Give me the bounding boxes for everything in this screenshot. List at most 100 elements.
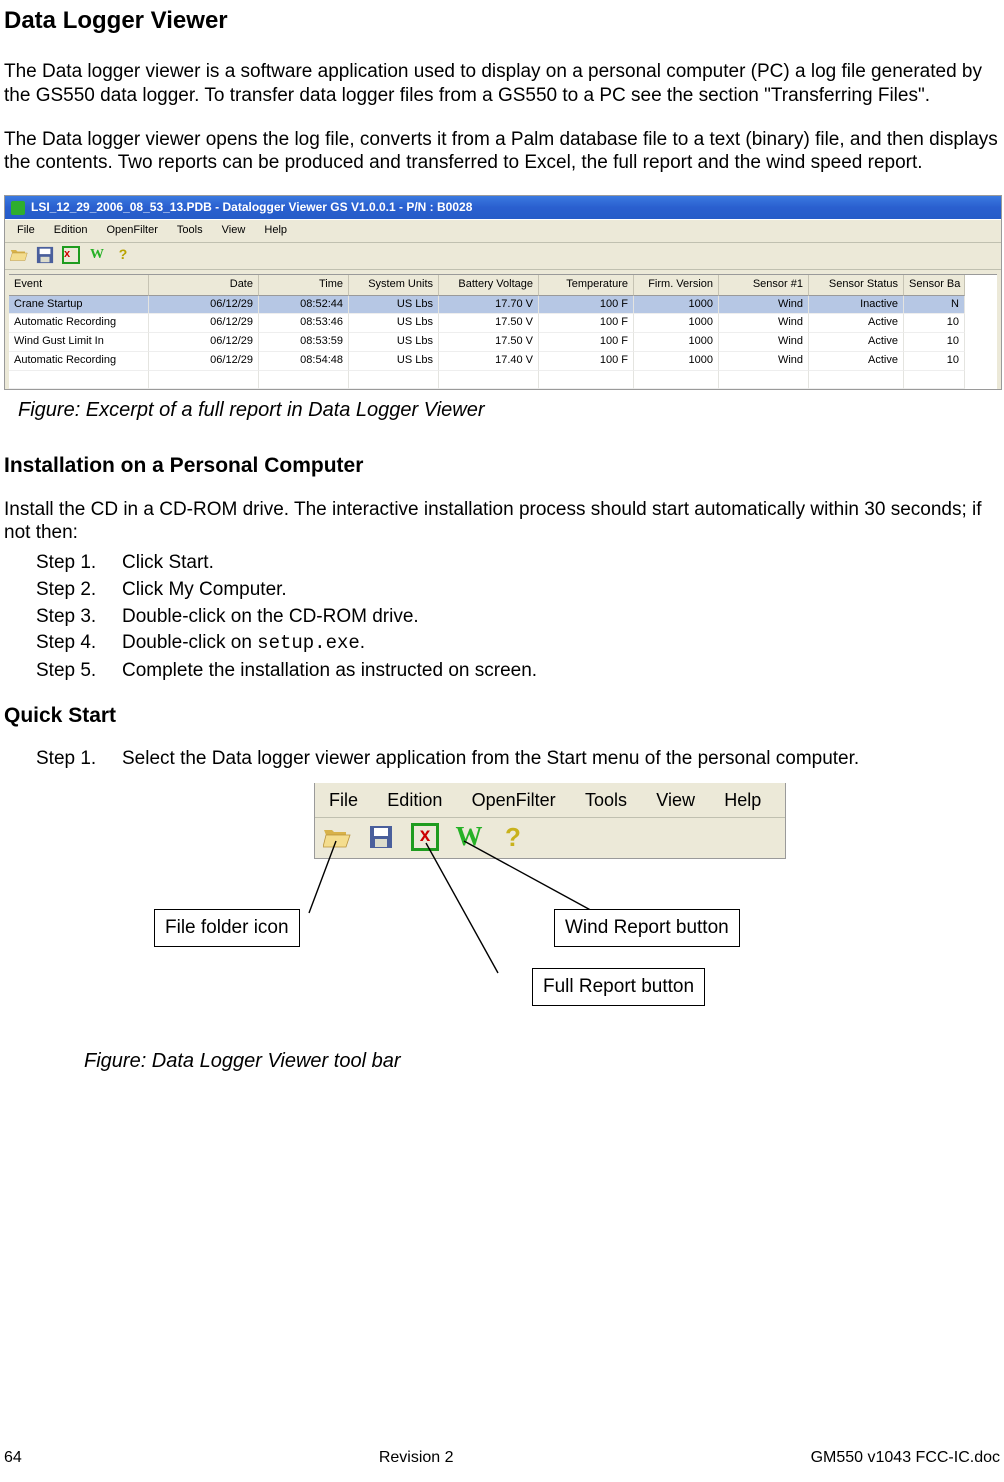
table-cell [634,371,719,390]
table-cell[interactable]: 08:54:48 [259,352,349,371]
wind-report-icon-big[interactable]: W [453,822,485,852]
table-cell[interactable]: US Lbs [349,352,439,371]
column-header[interactable]: Sensor Ba [904,275,965,296]
column-header[interactable]: Sensor #1 [719,275,809,296]
table-cell[interactable]: 10 [904,314,965,333]
callout-full-report: Full Report button [532,968,705,1006]
step-text: Double-click on the CD-ROM drive. [122,605,1000,629]
column-header[interactable]: Time [259,275,349,296]
table-cell[interactable]: 17.50 V [439,314,539,333]
intro-para-2: The Data logger viewer opens the log fil… [4,128,1000,176]
table-cell[interactable]: 06/12/29 [149,296,259,315]
menu-view-big[interactable]: View [644,785,707,816]
table-cell [439,371,539,390]
quickstart-step-1: Step 1. Select the Data logger viewer ap… [36,747,1000,771]
data-grid[interactable]: EventDateTimeSystem UnitsBattery Voltage… [9,274,997,390]
table-cell[interactable]: 08:53:46 [259,314,349,333]
open-icon-big[interactable] [321,822,353,852]
table-cell[interactable]: 100 F [539,333,634,352]
table-cell[interactable]: 1000 [634,296,719,315]
toolbar-big: x W ? [315,818,785,858]
table-cell[interactable]: 06/12/29 [149,314,259,333]
install-step: Step 5.Complete the installation as inst… [36,659,1000,683]
menu-edition[interactable]: Edition [46,222,96,240]
wind-report-icon[interactable]: W [87,245,107,265]
column-header[interactable]: Event [9,275,149,296]
table-cell[interactable]: Inactive [809,296,904,315]
menu-tools-big[interactable]: Tools [573,785,639,816]
table-cell[interactable]: Crane Startup [9,296,149,315]
table-cell[interactable]: 17.50 V [439,333,539,352]
table-cell[interactable]: 1000 [634,314,719,333]
install-step: Step 1.Click Start. [36,551,1000,575]
install-steps: Step 1.Click Start. Step 2.Click My Compu… [36,551,1000,683]
table-cell[interactable]: N [904,296,965,315]
table-cell[interactable]: 100 F [539,314,634,333]
help-icon-big[interactable]: ? [497,822,529,852]
section-install: Installation on a Personal Computer [4,453,1000,479]
app-window: LSI_12_29_2006_08_53_13.PDB - Datalogger… [4,195,1002,390]
help-icon[interactable]: ? [113,245,133,265]
table-cell[interactable]: 08:53:59 [259,333,349,352]
menu-file-big[interactable]: File [317,785,370,816]
open-icon[interactable] [9,245,29,265]
table-cell[interactable]: US Lbs [349,333,439,352]
menu-tools[interactable]: Tools [169,222,211,240]
table-cell[interactable]: 1000 [634,333,719,352]
menu-file[interactable]: File [9,222,43,240]
column-header[interactable]: Firm. Version [634,275,719,296]
step-label: Step 3. [36,605,122,629]
table-cell[interactable]: 10 [904,333,965,352]
table-cell[interactable]: Active [809,333,904,352]
table-cell[interactable]: 17.70 V [439,296,539,315]
full-report-icon[interactable]: x [61,245,81,265]
table-cell[interactable]: 06/12/29 [149,352,259,371]
table-cell[interactable]: Automatic Recording [9,352,149,371]
table-cell[interactable]: Active [809,352,904,371]
table-cell [9,371,149,390]
column-header[interactable]: Battery Voltage [439,275,539,296]
column-header[interactable]: System Units [349,275,439,296]
table-cell[interactable]: 1000 [634,352,719,371]
callout-wind-report: Wind Report button [554,909,740,947]
table-cell[interactable]: 100 F [539,296,634,315]
menu-help[interactable]: Help [256,222,295,240]
table-cell[interactable]: Wind [719,352,809,371]
install-step: Step 4.Double-click on setup.exe. [36,631,1000,656]
table-cell[interactable]: US Lbs [349,314,439,333]
menu-view[interactable]: View [214,222,254,240]
menu-openfilter-big[interactable]: OpenFilter [460,785,568,816]
table-cell[interactable]: Wind Gust Limit In [9,333,149,352]
menu-help-big[interactable]: Help [712,785,773,816]
install-step: Step 2.Click My Computer. [36,578,1000,602]
column-header[interactable]: Temperature [539,275,634,296]
table-cell[interactable]: US Lbs [349,296,439,315]
table-cell[interactable]: 17.40 V [439,352,539,371]
table-cell[interactable]: Active [809,314,904,333]
column-header[interactable]: Date [149,275,259,296]
titlebar: LSI_12_29_2006_08_53_13.PDB - Datalogger… [5,196,1001,219]
full-report-icon-big[interactable]: x [409,822,441,852]
intro-para-1: The Data logger viewer is a software app… [4,60,1000,108]
save-icon[interactable] [35,245,55,265]
table-cell[interactable]: Wind [719,296,809,315]
titlebar-text: LSI_12_29_2006_08_53_13.PDB - Datalogger… [31,200,472,215]
table-cell[interactable]: 08:52:44 [259,296,349,315]
app-icon [11,201,25,215]
footer-page: 64 [4,1448,22,1468]
figure-caption-1: Figure: Excerpt of a full report in Data… [18,398,1000,423]
table-cell[interactable]: 06/12/29 [149,333,259,352]
table-cell[interactable]: Wind [719,333,809,352]
table-cell[interactable]: 10 [904,352,965,371]
menu-edition-big[interactable]: Edition [375,785,454,816]
table-cell[interactable]: Automatic Recording [9,314,149,333]
save-icon-big[interactable] [365,822,397,852]
table-cell[interactable]: Wind [719,314,809,333]
footer-center: Revision 2 [379,1448,454,1468]
table-cell [904,371,965,390]
table-cell[interactable]: 100 F [539,352,634,371]
column-header[interactable]: Sensor Status [809,275,904,296]
figure-caption-2: Figure: Data Logger Viewer tool bar [84,1049,1000,1074]
footer-right: GM550 v1043 FCC-IC.doc [811,1448,1000,1468]
menu-openfilter[interactable]: OpenFilter [99,222,166,240]
